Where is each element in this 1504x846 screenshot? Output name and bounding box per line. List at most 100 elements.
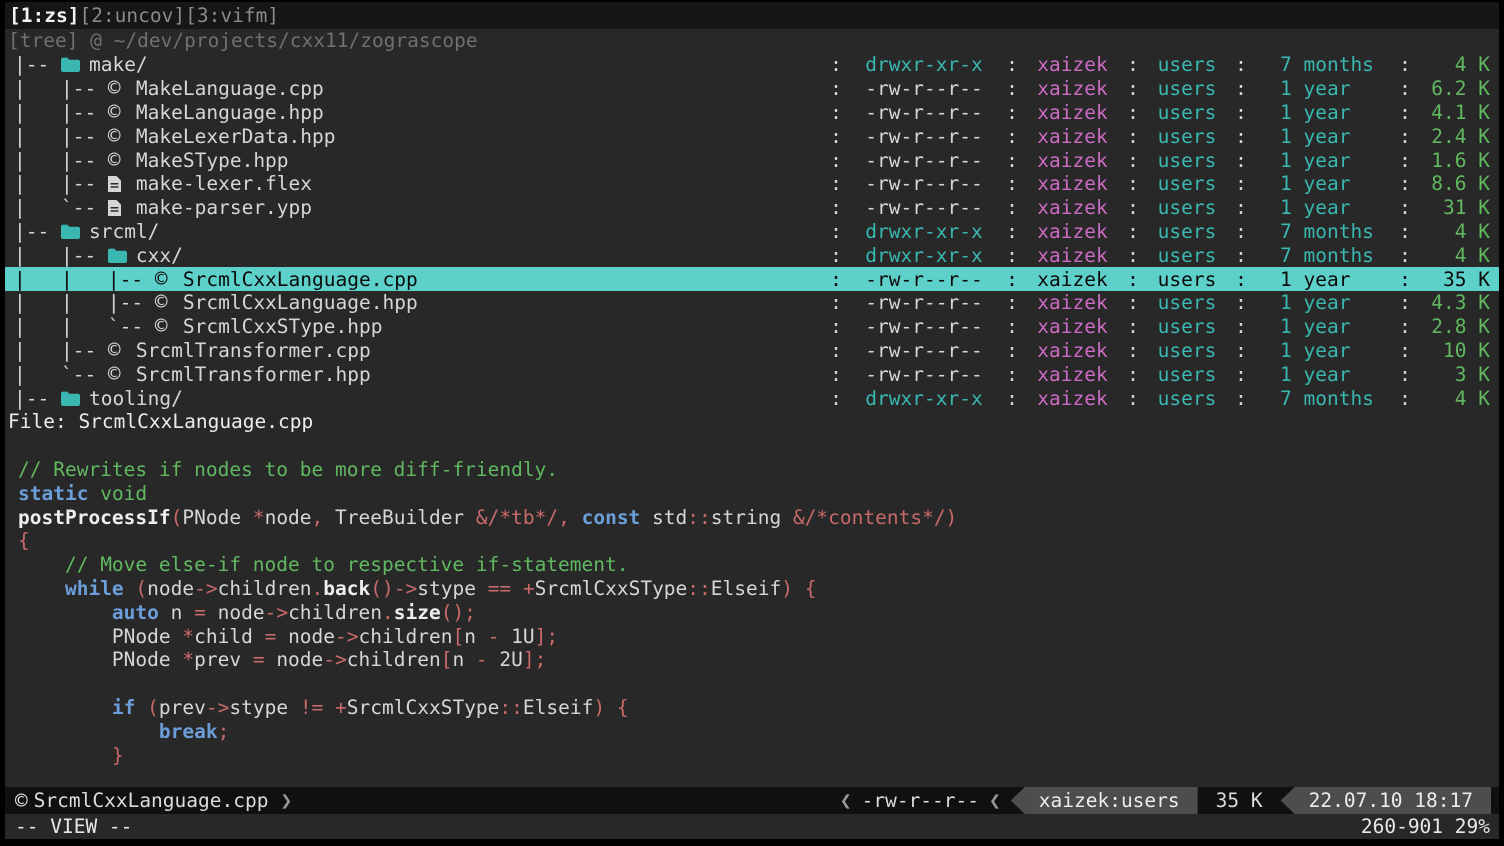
c-source-icon: ©: [155, 292, 179, 313]
column-separator: :: [1399, 53, 1411, 76]
file-name-cell: | | `-- ©SrcmlCxxSType.hpp: [14, 315, 830, 338]
tree-branch: |--: [14, 387, 61, 410]
column-separator: :: [1127, 291, 1139, 314]
file-size: 2.8 K: [1411, 315, 1490, 338]
tree-branch: | |--: [14, 149, 108, 172]
file-size: 3 K: [1411, 363, 1490, 386]
file-permissions: -rw-r--r--: [842, 339, 1006, 362]
file-row[interactable]: | `-- ©SrcmlTransformer.hpp:-rw-r--r--:x…: [5, 362, 1499, 386]
column-separator: :: [1235, 244, 1247, 267]
column-separator: :: [1399, 363, 1411, 386]
file-row[interactable]: | `-- make-parser.ypp:-rw-r--r--:xaizek:…: [5, 196, 1499, 220]
tmux-tab-vifm[interactable]: [3:vifm]: [185, 4, 279, 27]
file-row[interactable]: | |-- ©MakeSType.hpp:-rw-r--r--:xaizek:u…: [5, 148, 1499, 172]
file-owner: xaizek: [1018, 268, 1127, 291]
file-age: 1 year: [1247, 125, 1399, 148]
file-size: 4 K: [1411, 220, 1490, 243]
file-name: SrcmlCxxLanguage.hpp: [183, 291, 418, 314]
file-row[interactable]: | |-- ©MakeLexerData.hpp:-rw-r--r--:xaiz…: [5, 124, 1499, 148]
file-row[interactable]: |-- srcml/:drwxr-xr-x:xaizek:users:7 mon…: [5, 220, 1499, 244]
column-separator: :: [1235, 220, 1247, 243]
statusbar-size: 35 K: [1216, 787, 1263, 814]
file-owner: xaizek: [1018, 77, 1127, 100]
column-separator: :: [1235, 363, 1247, 386]
file-name-cell: | `-- ©SrcmlTransformer.hpp: [14, 363, 830, 386]
current-path: [tree] @ ~/dev/projects/cxx11/zograscope: [5, 29, 1499, 53]
file-permissions: -rw-r--r--: [842, 196, 1006, 219]
file-permissions: drwxr-xr-x: [842, 244, 1006, 267]
file-size: 4 K: [1411, 53, 1490, 76]
column-separator: :: [1399, 315, 1411, 338]
file-owner: xaizek: [1018, 125, 1127, 148]
code-line: [18, 672, 1499, 696]
column-separator: :: [1006, 268, 1018, 291]
code-line: PNode *prev = node->children[n - 2U];: [18, 648, 1499, 672]
status-bar: © SrcmlCxxLanguage.cpp ❯ ❮ -rw-r--r-- ❮ …: [5, 787, 1499, 814]
file-name-cell: |-- tooling/: [14, 387, 830, 410]
file-size: 4 K: [1411, 387, 1490, 410]
file-name: make-parser.ypp: [136, 196, 312, 219]
file-row[interactable]: | |-- cxx/:drwxr-xr-x:xaizek:users:7 mon…: [5, 243, 1499, 267]
column-separator: :: [1006, 339, 1018, 362]
column-separator: :: [1127, 387, 1139, 410]
code-line: // Rewrites if nodes to be more diff-fri…: [18, 458, 1499, 482]
file-group: users: [1139, 339, 1235, 362]
preview-pane-title: File: SrcmlCxxLanguage.cpp: [5, 410, 1499, 434]
column-separator: :: [1006, 220, 1018, 243]
file-name-cell: | |-- make-lexer.flex: [14, 172, 830, 195]
mode-indicator: -- VIEW --: [15, 814, 132, 839]
file-row[interactable]: |-- make/:drwxr-xr-x:xaizek:users:7 mont…: [5, 53, 1499, 77]
file-owner: xaizek: [1018, 387, 1127, 410]
column-separator: :: [1006, 53, 1018, 76]
scroll-position: 260-901 29%: [1361, 814, 1490, 839]
tmux-tab-zs[interactable]: [1:zs]: [9, 4, 79, 27]
code-line: {: [18, 529, 1499, 553]
c-source-icon: ©: [155, 316, 179, 337]
c-source-icon: ©: [155, 269, 179, 290]
file-age: 7 months: [1247, 220, 1399, 243]
file-age: 1 year: [1247, 77, 1399, 100]
column-separator: :: [830, 53, 842, 76]
file-age: 1 year: [1247, 268, 1399, 291]
file-row[interactable]: | |-- make-lexer.flex:-rw-r--r--:xaizek:…: [5, 172, 1499, 196]
file-name-cell: | |-- ©MakeSType.hpp: [14, 149, 830, 172]
file-row[interactable]: | | `-- ©SrcmlCxxSType.hpp:-rw-r--r--:xa…: [5, 315, 1499, 339]
column-separator: :: [830, 172, 842, 195]
file-permissions: drwxr-xr-x: [842, 387, 1006, 410]
column-separator: :: [1399, 387, 1411, 410]
file-row[interactable]: |-- tooling/:drwxr-xr-x:xaizek:users:7 m…: [5, 386, 1499, 410]
file-age: 1 year: [1247, 291, 1399, 314]
file-row[interactable]: | | |-- ©SrcmlCxxLanguage.cpp:-rw-r--r--…: [5, 267, 1499, 291]
file-row[interactable]: | |-- ©SrcmlTransformer.cpp:-rw-r--r--:x…: [5, 339, 1499, 363]
file-name: MakeSType.hpp: [136, 149, 289, 172]
statusbar-left: © SrcmlCxxLanguage.cpp ❯: [15, 787, 292, 814]
file-age: 1 year: [1247, 101, 1399, 124]
file-age: 1 year: [1247, 363, 1399, 386]
file-name-cell: | | |-- ©SrcmlCxxLanguage.hpp: [14, 291, 830, 314]
code-line: postProcessIf(PNode *node, TreeBuilder &…: [18, 506, 1499, 530]
file-permissions: -rw-r--r--: [842, 101, 1006, 124]
file-name-cell: | | |-- ©SrcmlCxxLanguage.cpp: [14, 268, 830, 291]
file-size: 10 K: [1411, 339, 1490, 362]
file-permissions: drwxr-xr-x: [842, 220, 1006, 243]
file-row[interactable]: | | |-- ©SrcmlCxxLanguage.hpp:-rw-r--r--…: [5, 291, 1499, 315]
column-separator: :: [1006, 387, 1018, 410]
file-tree-list: |-- make/:drwxr-xr-x:xaizek:users:7 mont…: [5, 53, 1499, 410]
column-separator: :: [1399, 196, 1411, 219]
file-permissions: -rw-r--r--: [842, 268, 1006, 291]
c-source-icon: ©: [108, 78, 132, 99]
file-name: MakeLexerData.hpp: [136, 125, 336, 148]
folder-icon: [108, 248, 132, 263]
column-separator: :: [1006, 363, 1018, 386]
tree-branch: | `--: [14, 196, 108, 219]
column-separator: :: [1235, 125, 1247, 148]
file-size: 2.4 K: [1411, 125, 1490, 148]
tree-branch: | |--: [14, 77, 108, 100]
column-separator: :: [830, 77, 842, 100]
tmux-tab-uncov[interactable]: [2:uncov]: [79, 4, 185, 27]
file-row[interactable]: | |-- ©MakeLanguage.cpp:-rw-r--r--:xaize…: [5, 77, 1499, 101]
file-row[interactable]: | |-- ©MakeLanguage.hpp:-rw-r--r--:xaize…: [5, 101, 1499, 125]
file-group: users: [1139, 220, 1235, 243]
statusbar-filename: SrcmlCxxLanguage.cpp: [34, 789, 269, 812]
column-separator: :: [1006, 77, 1018, 100]
